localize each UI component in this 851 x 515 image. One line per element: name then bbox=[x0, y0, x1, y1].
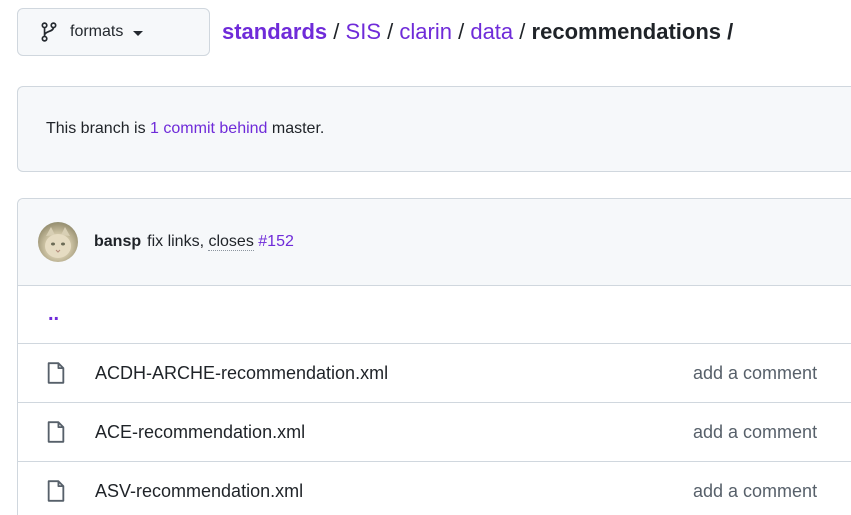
file-icon bbox=[46, 480, 66, 502]
latest-commit-row: bansp fix links, closes #152 bbox=[18, 199, 851, 286]
breadcrumb-separator: / bbox=[727, 19, 734, 44]
breadcrumb: standards / SIS / clarin / data / recomm… bbox=[222, 18, 733, 46]
parent-directory-link[interactable]: .. bbox=[48, 303, 59, 326]
branch-selector-button[interactable]: formats bbox=[17, 8, 210, 56]
git-branch-icon bbox=[40, 22, 58, 42]
parent-directory-row[interactable]: .. bbox=[18, 286, 851, 344]
breadcrumb-separator: / bbox=[519, 19, 526, 44]
breadcrumb-link-sis[interactable]: SIS bbox=[346, 19, 381, 44]
issue-link[interactable]: #152 bbox=[258, 233, 294, 250]
branch-status-box: This branch is 1 commit behind master. bbox=[17, 86, 851, 172]
breadcrumb-link-clarin[interactable]: clarin bbox=[399, 19, 452, 44]
branch-name: formats bbox=[70, 23, 124, 40]
breadcrumb-separator: / bbox=[333, 19, 340, 44]
file-name-link[interactable]: ACE-recommendation.xml bbox=[95, 422, 305, 443]
file-icon bbox=[46, 362, 66, 384]
breadcrumb-current: recommendations bbox=[531, 19, 722, 44]
file-icon bbox=[46, 421, 66, 443]
caret-down-icon bbox=[133, 30, 144, 36]
commit-message-closes[interactable]: closes bbox=[208, 233, 254, 251]
file-list: bansp fix links, closes #152 .. ACDH-ARC… bbox=[17, 198, 851, 515]
branch-status-text: This branch is 1 commit behind master. bbox=[46, 120, 324, 138]
file-commit-message-link[interactable]: add a comment bbox=[693, 422, 817, 443]
file-name-link[interactable]: ACDH-ARCHE-recommendation.xml bbox=[95, 363, 388, 384]
table-row[interactable]: ASV-recommendation.xml add a comment bbox=[18, 462, 851, 515]
breadcrumb-root-link[interactable]: standards bbox=[222, 19, 327, 44]
breadcrumb-link-data[interactable]: data bbox=[470, 19, 513, 44]
avatar[interactable] bbox=[38, 222, 78, 262]
commit-message: fix links, closes #152 bbox=[147, 233, 294, 251]
breadcrumb-separator: / bbox=[387, 19, 394, 44]
table-row[interactable]: ACE-recommendation.xml add a comment bbox=[18, 403, 851, 462]
repo-file-browser: formats standards / SIS / clarin / data … bbox=[0, 0, 851, 515]
breadcrumb-separator: / bbox=[458, 19, 465, 44]
branch-status-prefix: This branch is bbox=[46, 120, 151, 137]
file-commit-message-link[interactable]: add a comment bbox=[693, 481, 817, 502]
table-row[interactable]: ACDH-ARCHE-recommendation.xml add a comm… bbox=[18, 344, 851, 403]
commit-author-link[interactable]: bansp bbox=[94, 233, 141, 251]
commits-behind-link[interactable]: 1 commit behind bbox=[150, 120, 267, 137]
branch-status-suffix: master. bbox=[267, 120, 325, 137]
file-commit-message-link[interactable]: add a comment bbox=[693, 363, 817, 384]
commit-message-text: fix links, bbox=[147, 233, 209, 250]
file-name-link[interactable]: ASV-recommendation.xml bbox=[95, 481, 303, 502]
